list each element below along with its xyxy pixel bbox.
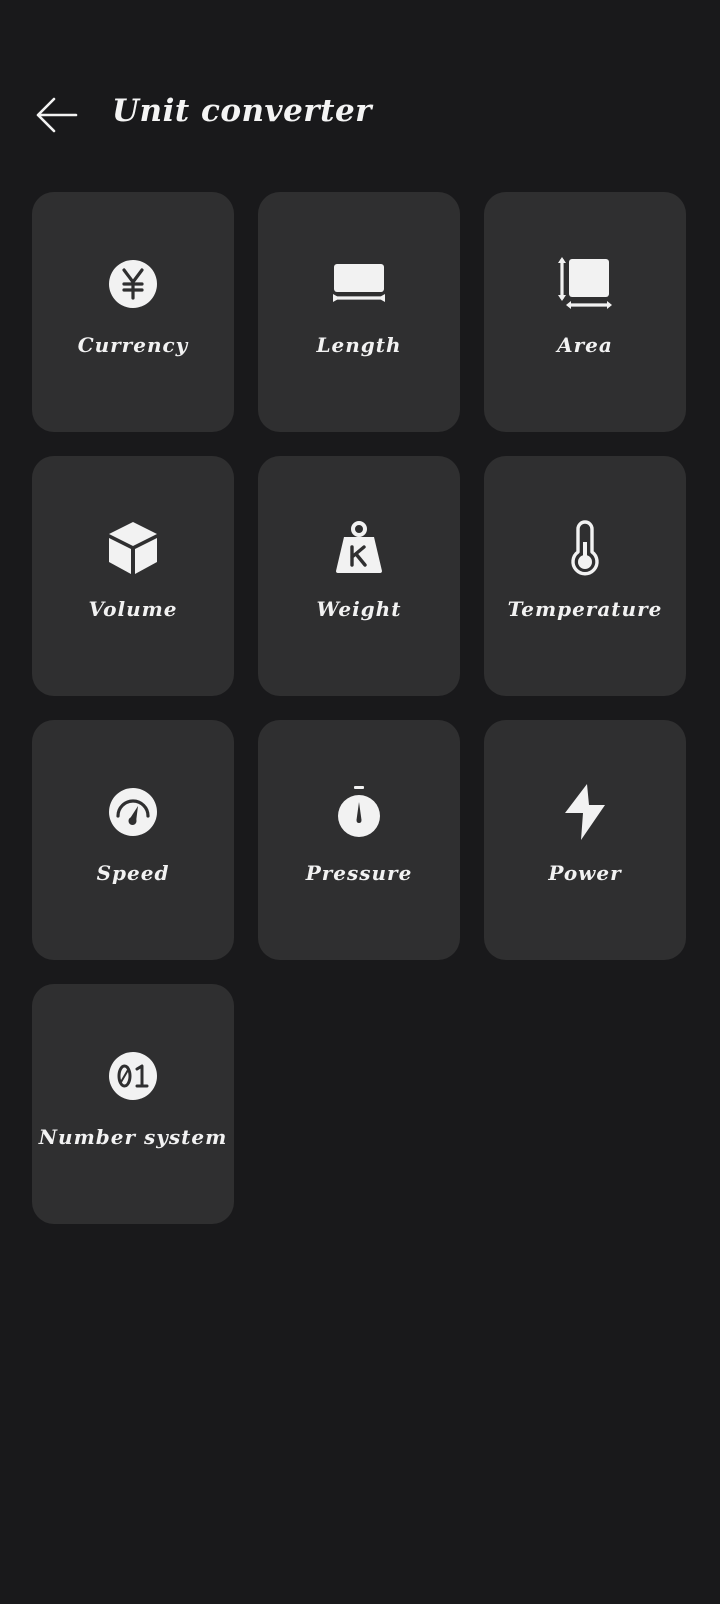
tile-pressure[interactable]: Pressure [258,720,460,960]
back-button[interactable] [28,90,84,140]
area-square-icon [558,257,612,309]
tile-label: Power [548,861,622,885]
tile-volume[interactable]: Volume [32,456,234,696]
yen-coin-icon [109,260,157,308]
tile-length[interactable]: Length [258,192,460,432]
lightning-bolt-icon [565,784,605,840]
tile-power[interactable]: Power [484,720,686,960]
tile-number-system[interactable]: Number system [32,984,234,1224]
speedometer-icon [109,788,157,836]
tile-label: Temperature [507,597,663,621]
tile-label: Currency [77,333,189,357]
tile-temperature[interactable]: Temperature [484,456,686,696]
tile-speed[interactable]: Speed [32,720,234,960]
tile-currency[interactable]: Currency [32,192,234,432]
tile-label: Pressure [305,861,413,885]
tile-weight[interactable]: Weight [258,456,460,696]
stopwatch-gauge-icon [338,786,380,837]
cube-icon [109,522,157,574]
tile-area[interactable]: Area [484,192,686,432]
thermometer-icon [571,520,599,576]
kettlebell-icon [336,521,382,573]
page-title: Unit converter [112,93,372,129]
tile-label: Area [557,333,613,357]
tile-label: Number system [38,1125,228,1149]
tile-label: Length [316,333,402,357]
app-header: Unit converter [0,80,720,150]
ruler-icon [333,264,385,302]
tile-label: Weight [316,597,402,621]
arrow-left-icon [36,97,78,133]
tile-label: Volume [88,597,178,621]
binary-01-icon [109,1052,157,1100]
tile-label: Speed [96,861,170,885]
